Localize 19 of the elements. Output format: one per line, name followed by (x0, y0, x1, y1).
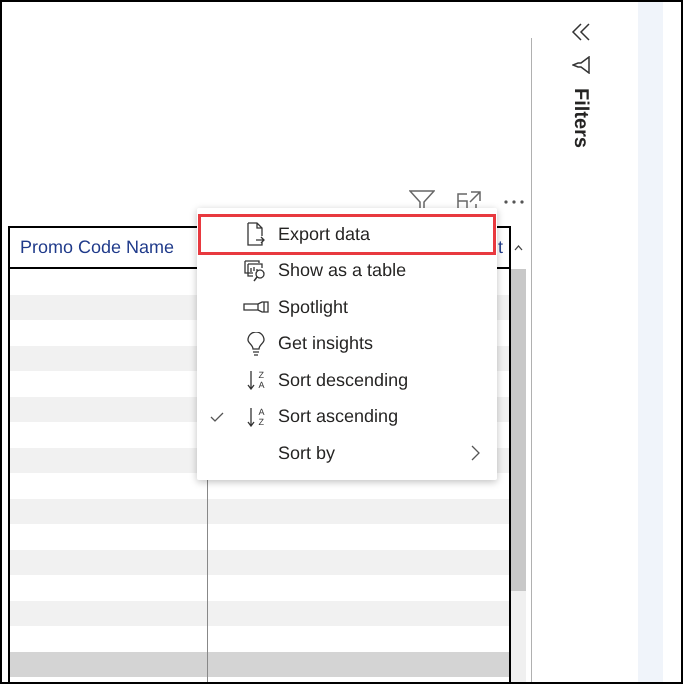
scrollbar-thumb[interactable] (511, 269, 526, 591)
chevron-right-icon (471, 445, 480, 462)
more-options-icon[interactable] (503, 199, 525, 205)
menu-item[interactable]: Get insights (200, 326, 494, 362)
filter-icon (572, 56, 590, 74)
document-export-icon (246, 222, 266, 246)
collapse-icon[interactable] (571, 22, 591, 42)
menu-item[interactable]: Spotlight (200, 289, 494, 326)
menu-item[interactable]: Show as a table (200, 252, 494, 289)
menu-item[interactable]: Export data (200, 216, 494, 252)
scrollbar-track[interactable] (511, 269, 526, 682)
filters-title[interactable]: Filters (566, 88, 596, 148)
menu-item[interactable]: Sort by (200, 435, 494, 472)
lightbulb-icon (247, 332, 265, 356)
menu-item[interactable]: A Z Sort ascending (200, 398, 494, 435)
checkmark-icon (210, 412, 224, 422)
menu-item[interactable]: Z A Sort descending (200, 362, 494, 398)
scroll-up-icon[interactable] (514, 244, 523, 250)
flashlight-icon (243, 301, 269, 314)
